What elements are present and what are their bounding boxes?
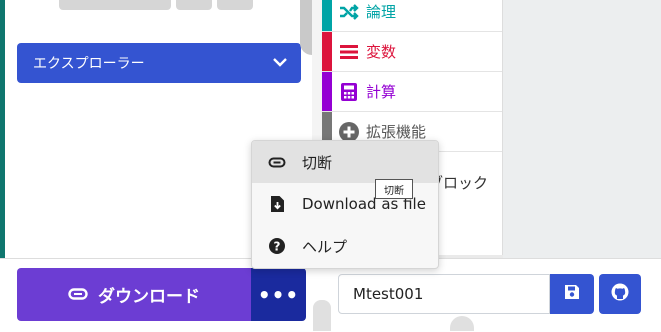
usb-link-icon	[252, 157, 302, 168]
category-variables[interactable]: 変数	[322, 32, 502, 72]
download-label: ダウンロード	[98, 287, 200, 307]
github-button[interactable]	[599, 274, 641, 314]
simulator-edge	[0, 0, 5, 262]
list-icon	[332, 44, 366, 60]
top-control-c[interactable]	[217, 0, 253, 10]
more-options-button[interactable]: •••	[251, 268, 306, 321]
menu-item-help[interactable]: ? ヘルプ	[252, 225, 438, 267]
menu-item-label: 切断	[302, 153, 333, 172]
category-label: 変数	[366, 43, 397, 61]
category-color-bar	[322, 0, 332, 31]
download-options-menu: 切断 Download as file ? ヘルプ	[251, 140, 439, 269]
board-graphic	[313, 300, 331, 331]
menu-item-label: ヘルプ	[302, 237, 348, 256]
chevron-down-icon	[273, 55, 287, 71]
save-button[interactable]	[550, 274, 594, 314]
category-logic[interactable]: 論理	[322, 0, 502, 32]
menu-item-disconnect[interactable]: 切断	[252, 141, 438, 183]
usb-link-icon	[68, 285, 88, 305]
workspace[interactable]	[503, 0, 661, 262]
category-label: 論理	[366, 3, 397, 21]
category-label: 拡張機能	[366, 123, 427, 141]
top-control-b[interactable]	[176, 0, 212, 10]
plus-circle-icon	[332, 121, 366, 142]
download-button[interactable]: ダウンロード	[17, 268, 251, 321]
category-math[interactable]: 計算	[322, 72, 502, 112]
shuffle-icon	[332, 3, 366, 20]
save-icon	[564, 284, 580, 304]
explorer-label: エクスプローラー	[33, 56, 145, 72]
calculator-icon	[332, 82, 366, 101]
category-label: 計算	[366, 83, 397, 101]
help-circle-icon: ?	[252, 238, 302, 254]
svg-text:?: ?	[274, 239, 281, 253]
file-download-icon	[252, 196, 302, 212]
github-icon	[611, 283, 629, 305]
category-color-bar	[322, 72, 332, 111]
project-name-input[interactable]	[338, 274, 550, 314]
tooltip: 切断	[375, 179, 413, 199]
top-control-a[interactable]	[59, 0, 171, 10]
explorer-button[interactable]: エクスプローラー	[17, 43, 301, 83]
category-color-bar	[322, 32, 332, 71]
